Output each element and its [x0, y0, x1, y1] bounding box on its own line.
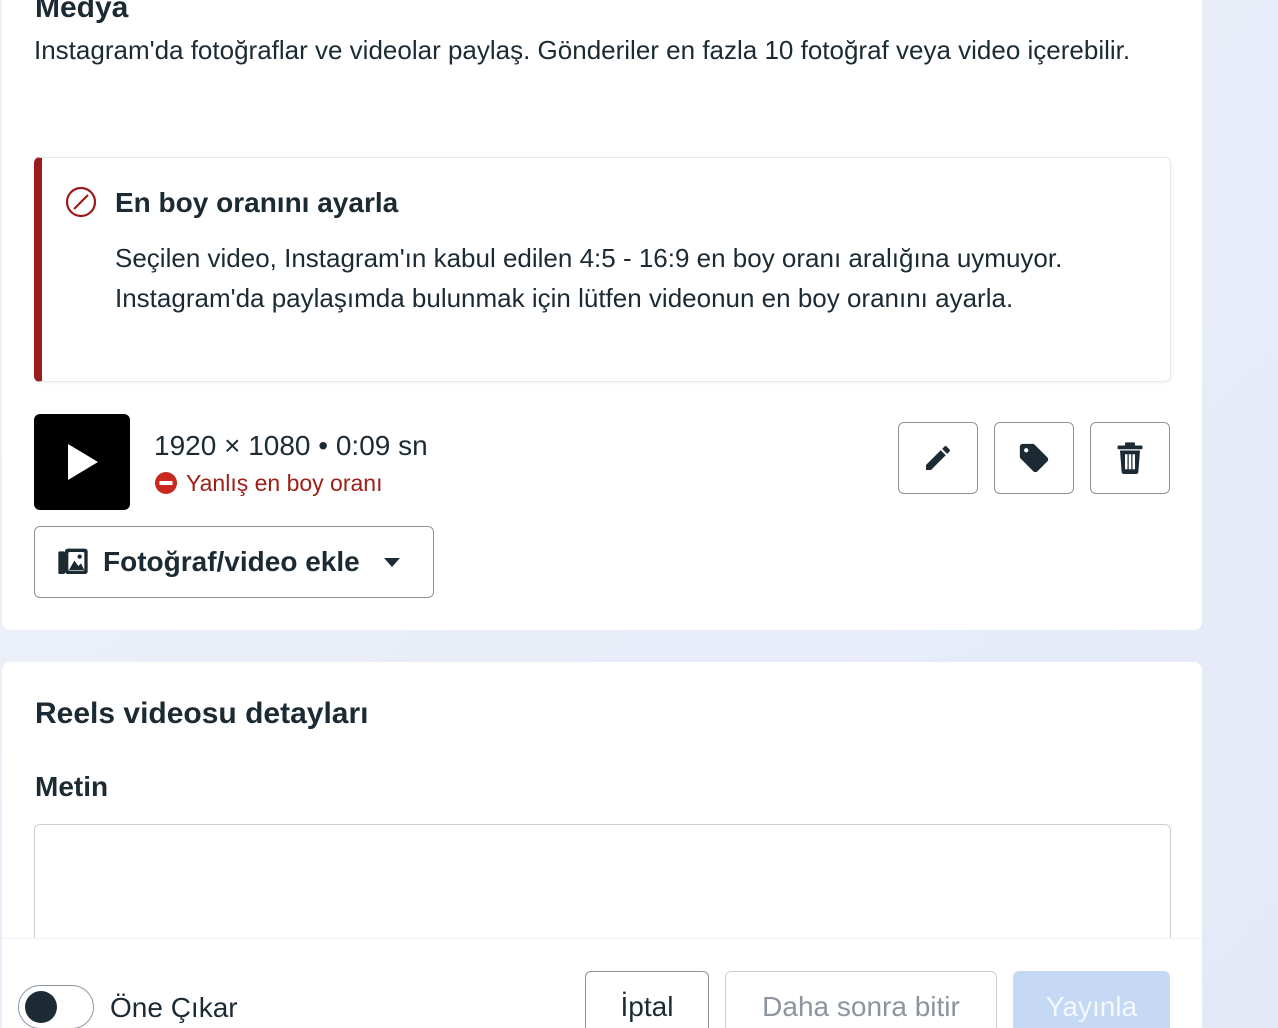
aspect-ratio-alert: En boy oranını ayarla Seçilen video, Ins…	[34, 157, 1171, 382]
video-thumbnail[interactable]	[34, 414, 130, 510]
text-label: Metin	[35, 771, 109, 802]
pencil-icon	[926, 445, 951, 470]
reels-details-section: Reels videosu detayları Metin	[2, 662, 1202, 974]
edit-button[interactable]	[898, 422, 978, 494]
media-title: Medya	[35, 0, 129, 24]
boost-toggle[interactable]	[18, 985, 94, 1028]
tag-button[interactable]	[994, 422, 1074, 494]
reels-title: Reels videosu detayları	[35, 697, 369, 730]
play-icon	[68, 444, 98, 480]
media-section: Medya Instagram'da fotoğraflar ve videol…	[2, 0, 1202, 630]
chevron-down-icon	[383, 558, 400, 567]
add-photo-video-button[interactable]: Fotoğraf/video ekle	[34, 526, 434, 598]
alert-body: Seçilen video, Instagram'ın kabul edilen…	[115, 243, 1063, 313]
publish-button[interactable]: Yayınla	[1013, 971, 1170, 1028]
prohibited-icon	[65, 186, 97, 218]
add-photo-video-label: Fotoğraf/video ekle	[103, 546, 360, 577]
footer-bar: Öne Çıkar İptal Daha sonra bitir Yayınla	[2, 938, 1202, 1028]
trash-icon	[1117, 442, 1143, 475]
photo-gallery-icon	[58, 548, 88, 574]
tag-icon	[1019, 443, 1049, 473]
cancel-button[interactable]: İptal	[585, 971, 709, 1028]
video-error: Yanlış en boy oranı	[154, 468, 382, 498]
error-icon	[155, 472, 177, 494]
toggle-knob	[25, 991, 57, 1023]
alert-title: En boy oranını ayarla	[115, 187, 399, 218]
video-meta: 1920 × 1080 • 0:09 sn	[154, 430, 428, 461]
media-description: Instagram'da fotoğraflar ve videolar pay…	[34, 35, 1131, 65]
delete-button[interactable]	[1090, 422, 1170, 494]
video-error-text: Yanlış en boy oranı	[186, 470, 383, 496]
boost-toggle-label: Öne Çıkar	[110, 992, 238, 1023]
finish-later-button[interactable]: Daha sonra bitir	[725, 971, 997, 1028]
